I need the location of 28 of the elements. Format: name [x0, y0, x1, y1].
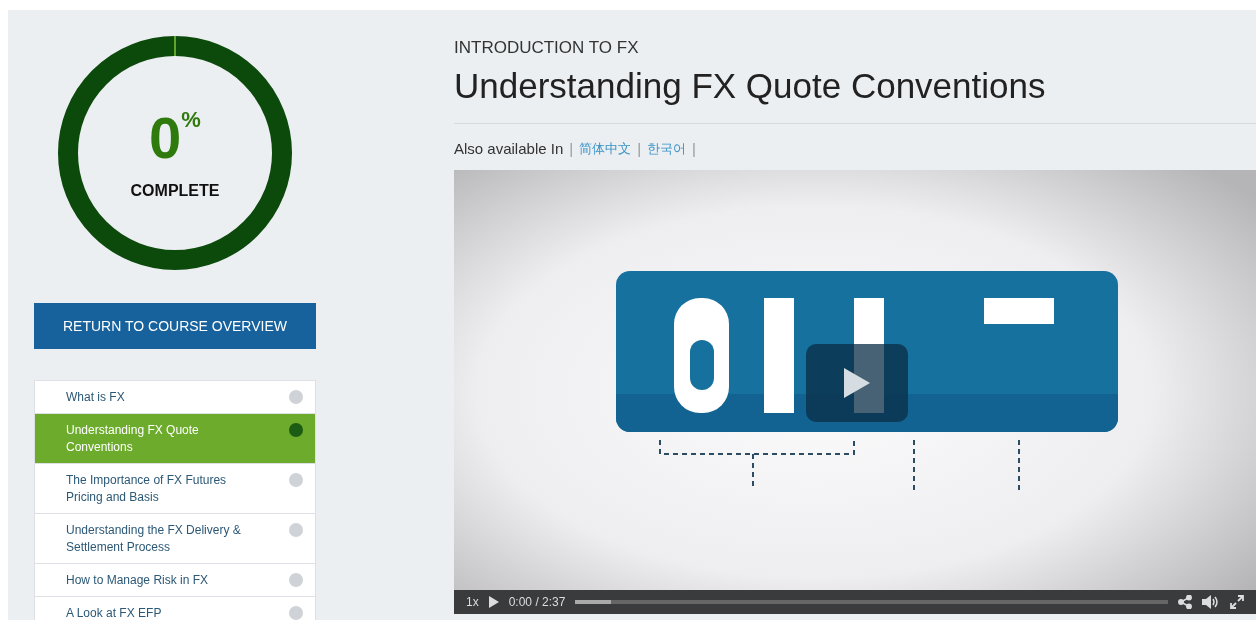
time-display: 0:00 / 2:37	[508, 594, 566, 611]
separator: |	[692, 138, 696, 159]
lesson-title: Understanding FX Quote Conventions	[454, 64, 1047, 107]
lesson-item[interactable]: Understanding the FX Delivery & Settlement Process	[35, 514, 315, 564]
status-dot	[289, 523, 303, 537]
status-dot	[289, 573, 303, 587]
status-dot	[289, 390, 303, 404]
separator: |	[569, 138, 574, 159]
share-icon[interactable]	[1178, 595, 1192, 609]
return-button[interactable]: RETURN TO COURSE OVERVIEW	[34, 303, 316, 349]
available-label: Also available In	[454, 138, 564, 159]
lesson-item[interactable]: A Look at FX EFP	[35, 597, 315, 620]
play-icon	[844, 368, 870, 398]
lesson-item[interactable]: How to Manage Risk in FX	[35, 564, 315, 597]
status-dot	[289, 606, 303, 620]
speed-button[interactable]: 1x	[466, 593, 479, 611]
play-icon[interactable]	[488, 596, 499, 608]
complete-label: COMPLETE	[130, 181, 220, 201]
lesson-item[interactable]: The Importance of FX Futures Pricing and Basis	[35, 464, 315, 514]
seek-bar[interactable]	[575, 600, 1168, 604]
course-name: INTRODUCTION TO FX	[454, 37, 640, 59]
separator: |	[637, 138, 642, 159]
volume-icon[interactable]	[1202, 595, 1220, 609]
percent-value: 0%	[149, 109, 201, 167]
fullscreen-icon[interactable]	[1230, 595, 1244, 609]
status-dot	[289, 423, 303, 437]
status-dot	[289, 473, 303, 487]
play-button[interactable]	[806, 344, 908, 422]
